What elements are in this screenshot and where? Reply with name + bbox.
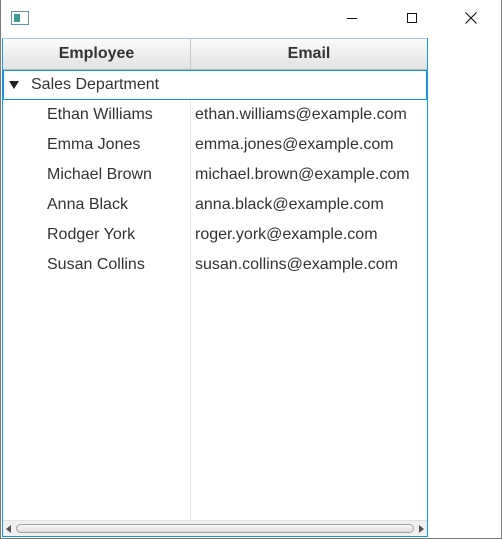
scroll-left-arrow-icon[interactable] xyxy=(6,525,11,533)
employee-tree-table[interactable]: Employee Email Sales Department Ethan Wi… xyxy=(2,38,428,537)
employee-email: ethan.williams@example.com xyxy=(195,106,407,123)
minimize-icon xyxy=(347,17,357,19)
title-bar[interactable] xyxy=(1,0,501,37)
employee-name: Rodger York xyxy=(47,226,136,243)
table-row[interactable]: Rodger York roger.york@example.com xyxy=(3,220,427,250)
table-row[interactable]: Anna Black anna.black@example.com xyxy=(3,190,427,220)
column-header-email[interactable]: Email xyxy=(191,39,427,69)
employee-name: Susan Collins xyxy=(47,256,145,273)
scrollbar-thumb[interactable] xyxy=(16,524,414,533)
tree-group-row[interactable]: Sales Department xyxy=(3,70,427,100)
employee-name: Anna Black xyxy=(47,196,128,213)
app-window-icon xyxy=(11,11,29,25)
group-label: Sales Department xyxy=(31,76,160,93)
employee-email: susan.collins@example.com xyxy=(195,256,398,273)
minimize-button[interactable] xyxy=(329,0,375,36)
employee-name: Michael Brown xyxy=(47,166,152,183)
app-window: Employee Email Sales Department Ethan Wi… xyxy=(0,0,502,539)
table-row[interactable]: Emma Jones emma.jones@example.com xyxy=(3,130,427,160)
column-header-employee[interactable]: Employee xyxy=(3,39,191,69)
table-header: Employee Email xyxy=(3,39,427,70)
scroll-right-arrow-icon[interactable] xyxy=(419,525,424,533)
table-row[interactable]: Susan Collins susan.collins@example.com xyxy=(3,250,427,280)
close-icon xyxy=(465,12,477,24)
expand-triangle-icon[interactable] xyxy=(9,81,19,89)
maximize-button[interactable] xyxy=(389,0,435,36)
maximize-icon xyxy=(407,13,417,23)
employee-email: emma.jones@example.com xyxy=(195,136,394,153)
close-button[interactable] xyxy=(448,0,494,36)
horizontal-scrollbar[interactable] xyxy=(3,520,427,536)
employee-email: michael.brown@example.com xyxy=(195,166,410,183)
employee-name: Emma Jones xyxy=(47,136,141,153)
employee-email: roger.york@example.com xyxy=(195,226,378,243)
employee-name: Ethan Williams xyxy=(47,106,153,123)
table-row[interactable]: Ethan Williams ethan.williams@example.co… xyxy=(3,100,427,130)
table-row[interactable]: Michael Brown michael.brown@example.com xyxy=(3,160,427,190)
employee-email: anna.black@example.com xyxy=(195,196,384,213)
